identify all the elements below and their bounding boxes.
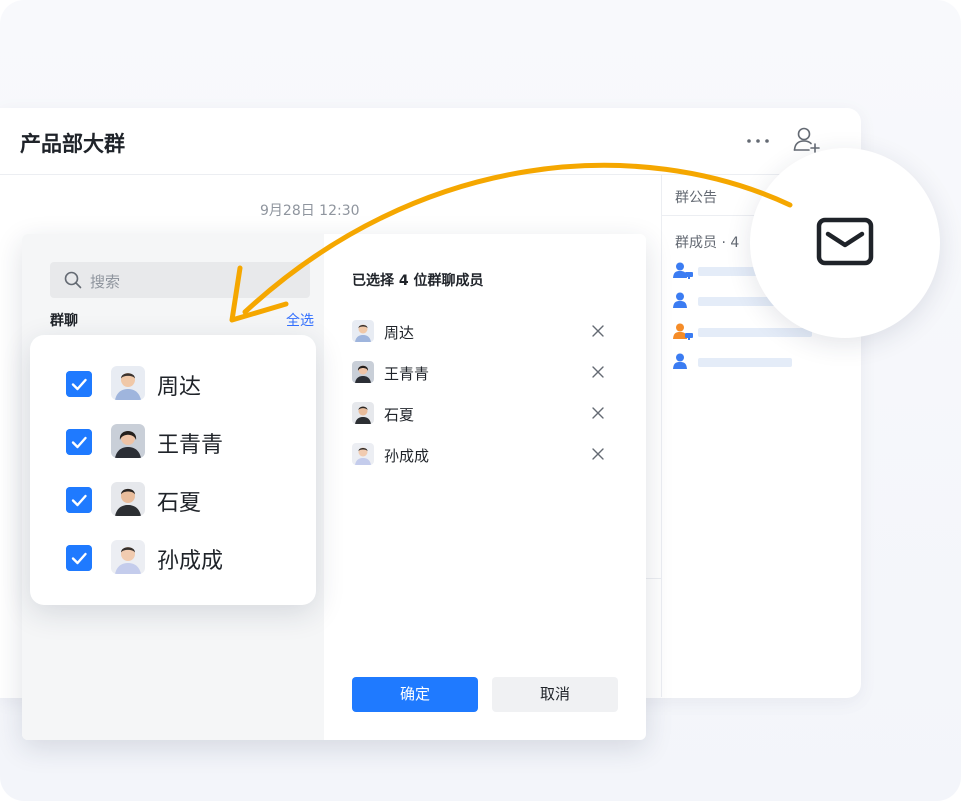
checklist-member-name: 孙成成 [157,549,224,574]
selected-member-name: 孙成成 [384,447,430,465]
member-user-icon [673,292,687,308]
selected-member-row: 石夏 [352,402,612,426]
avatar [352,361,374,383]
checkbox-checked-icon[interactable] [66,429,92,455]
selected-member-name: 周达 [384,324,415,342]
checkbox-checked-icon[interactable] [66,371,92,397]
member-checklist-card: 周达 王青青 石夏 孙成成 [30,335,316,605]
avatar [111,482,145,516]
search-icon [64,271,82,289]
avatar [111,366,145,400]
mail-icon[interactable] [816,217,874,267]
member-user-icon [673,262,693,279]
checklist-item[interactable]: 石夏 [66,482,296,516]
avatar [111,540,145,574]
checklist-member-name: 石夏 [157,491,202,516]
cancel-button[interactable]: 取消 [492,677,618,712]
avatar [352,320,374,342]
close-icon[interactable] [590,323,606,339]
confirm-button[interactable]: 确定 [352,677,478,712]
checklist-member-name: 王青青 [157,433,224,458]
group-chat-label: 群聊 [50,313,78,329]
avatar [111,424,145,458]
checklist-item[interactable]: 王青青 [66,424,296,458]
close-icon[interactable] [590,405,606,421]
checklist-item[interactable]: 周达 [66,366,296,400]
selected-member-row: 王青青 [352,361,612,385]
selected-member-name: 王青青 [384,365,430,383]
checklist-item[interactable]: 孙成成 [66,540,296,574]
checklist-member-name: 周达 [157,375,202,400]
close-icon[interactable] [590,364,606,380]
selected-member-row: 周达 [352,320,612,344]
checkbox-checked-icon[interactable] [66,487,92,513]
avatar [352,443,374,465]
selected-members-title: 已选择 4 位群聊成员 [352,273,484,289]
member-list-item[interactable] [672,352,822,372]
search-placeholder: 搜索 [90,273,121,291]
search-input[interactable]: 搜索 [50,262,310,298]
selected-member-row: 孙成成 [352,443,612,467]
select-all-link[interactable]: 全选 [286,310,314,330]
selected-member-name: 石夏 [384,406,415,424]
group-notice-label[interactable]: 群公告 [675,187,717,207]
member-user-icon [673,323,693,340]
avatar [352,402,374,424]
member-user-icon [673,353,687,369]
checkbox-checked-icon[interactable] [66,545,92,571]
message-timestamp: 9月28日 12:30 [260,203,360,219]
add-user-icon[interactable] [792,126,822,154]
group-members-label[interactable]: 群成员 · 4 [675,232,739,252]
close-icon[interactable] [590,446,606,462]
more-horizontal-icon[interactable] [744,130,772,152]
chat-title: 产品部大群 [20,132,125,156]
